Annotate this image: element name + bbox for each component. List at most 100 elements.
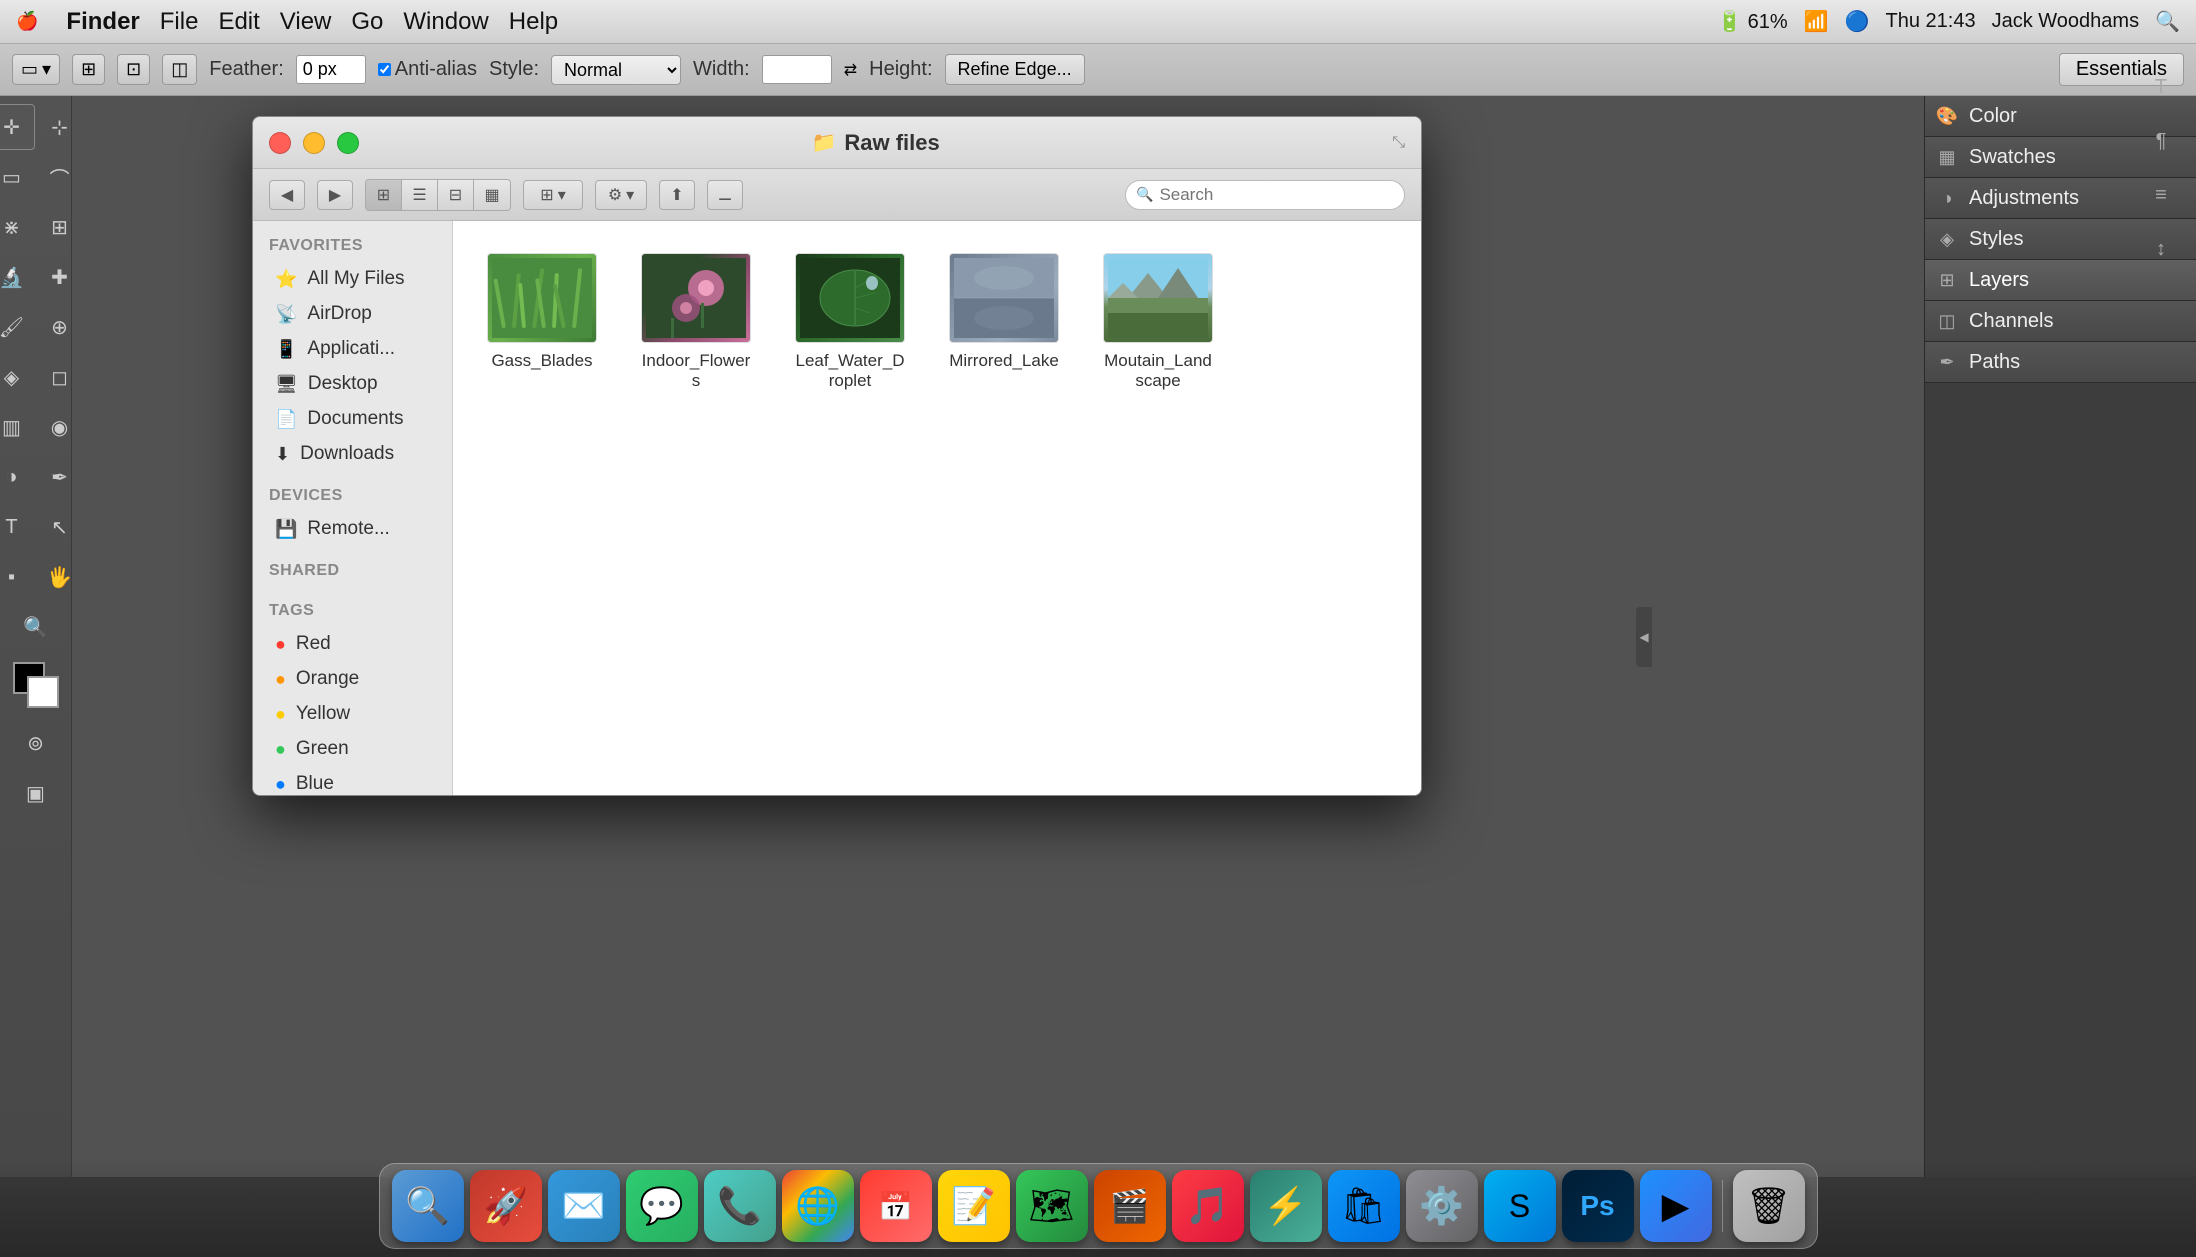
shape-tool[interactable]: ▪: [0, 554, 35, 600]
marquee-tool-group[interactable]: ▭ ▾: [12, 54, 60, 85]
window-maximize-button[interactable]: [337, 132, 359, 154]
apple-menu[interactable]: 🍎: [16, 11, 38, 32]
history-tool[interactable]: ◈: [0, 354, 35, 400]
dock-photoshop[interactable]: Ps: [1562, 1170, 1634, 1242]
menu-search-icon[interactable]: 🔍: [2155, 9, 2180, 34]
list-view-button[interactable]: ☰: [402, 180, 438, 210]
mask-btn[interactable]: ◫: [162, 54, 197, 85]
sidebar-item-tag-yellow[interactable]: ● Yellow: [259, 697, 446, 731]
coverflow-view-button[interactable]: ▦: [474, 180, 510, 210]
sidebar-item-applications[interactable]: 📱 Applicati...: [259, 332, 446, 366]
right-tool-1[interactable]: T: [2138, 64, 2184, 110]
dock-trash[interactable]: 🗑: [1733, 1170, 1805, 1242]
marquee-dropdown[interactable]: ▾: [42, 59, 51, 80]
dock-mail[interactable]: ✉️: [548, 1170, 620, 1242]
sidebar-item-downloads[interactable]: ⬇ Downloads: [259, 437, 446, 471]
action-dropdown[interactable]: ⚙ ▾: [595, 180, 647, 210]
right-tool-2[interactable]: ¶: [2138, 118, 2184, 164]
sidebar-item-remote[interactable]: 💾 Remote...: [259, 512, 446, 546]
dock-chrome[interactable]: 🌐: [782, 1170, 854, 1242]
window-close-button[interactable]: [269, 132, 291, 154]
dock-quicktime[interactable]: ▶: [1640, 1170, 1712, 1242]
finder-search-bar[interactable]: 🔍: [1125, 180, 1405, 210]
view-toggle-btn[interactable]: ⊡: [117, 54, 150, 85]
tag-green-icon: ●: [275, 739, 286, 760]
dodge-tool[interactable]: ◑: [0, 454, 35, 500]
forward-button[interactable]: ▶: [317, 180, 353, 210]
single-row-btn[interactable]: ⊞: [72, 54, 105, 85]
file-item-mirrored-lake[interactable]: Mirrored_Lake: [939, 245, 1069, 399]
sidebar-item-tag-orange[interactable]: ● Orange: [259, 662, 446, 696]
brush-tool[interactable]: 🖌: [0, 304, 35, 350]
menu-file[interactable]: File: [160, 8, 199, 36]
menu-view[interactable]: View: [280, 8, 332, 36]
share-button[interactable]: ⬆: [659, 180, 695, 210]
dock-itunes[interactable]: 🎵: [1172, 1170, 1244, 1242]
dock-appstore[interactable]: 🛍: [1328, 1170, 1400, 1242]
path-button[interactable]: ⚊: [707, 180, 743, 210]
swap-icon[interactable]: ⇄: [844, 60, 857, 80]
tag-orange-icon: ●: [275, 669, 286, 690]
text-tool[interactable]: T: [0, 504, 35, 550]
file-item-leaf-water-droplet[interactable]: Leaf_Water_Droplet: [785, 245, 915, 399]
canvas-area[interactable]: ◀ 📁 Raw files ⤡ ◀ ▶ ⊞ ☰: [72, 96, 1924, 1177]
sidebar-item-airdrop[interactable]: 📡 AirDrop: [259, 297, 446, 331]
dock-edge[interactable]: ⚡: [1250, 1170, 1322, 1242]
file-item-mountain-landscape[interactable]: Moutain_Landscape: [1093, 245, 1223, 399]
finder-resize-btn[interactable]: ⤡: [1392, 134, 1405, 152]
dock-finder[interactable]: 🔍: [392, 1170, 464, 1242]
file-item-indoor-flowers[interactable]: Indoor_Flowers: [631, 245, 761, 399]
refine-edge-button[interactable]: Refine Edge...: [945, 54, 1085, 85]
background-color[interactable]: [27, 676, 59, 708]
file-thumbnail: [487, 253, 597, 343]
column-view-button[interactable]: ⊟: [438, 180, 474, 210]
dock-vuse[interactable]: 🎬: [1094, 1170, 1166, 1242]
file-item-grass-blades[interactable]: Gass_Blades: [477, 245, 607, 399]
right-panel-collapse[interactable]: ◀: [1636, 607, 1652, 667]
dock-preferences[interactable]: ⚙️: [1406, 1170, 1478, 1242]
sidebar-item-documents[interactable]: 📄 Documents: [259, 402, 446, 436]
menu-edit[interactable]: Edit: [218, 8, 259, 36]
right-tool-4[interactable]: ↕: [2138, 226, 2184, 272]
gradient-tool[interactable]: ▥: [0, 404, 35, 450]
right-tool-3[interactable]: ≡: [2138, 172, 2184, 218]
sidebar-item-all-my-files[interactable]: ⭐ All My Files: [259, 262, 446, 296]
sidebar-item-tag-blue[interactable]: ● Blue: [259, 767, 446, 796]
antialias-checkbox[interactable]: [378, 63, 391, 76]
sidebar-item-tag-green[interactable]: ● Green: [259, 732, 446, 766]
finder-content[interactable]: Gass_Blades: [453, 221, 1421, 796]
magic-wand-tool[interactable]: ⋇: [0, 204, 35, 250]
dock-launchpad[interactable]: 🚀: [470, 1170, 542, 1242]
view-toggle-icon: ⊡: [126, 59, 141, 80]
paths-panel-header[interactable]: ✒ Paths: [1925, 342, 2196, 383]
marquee-rect-tool[interactable]: ▭: [0, 154, 35, 200]
menu-go[interactable]: Go: [351, 8, 383, 36]
back-button[interactable]: ◀: [269, 180, 305, 210]
window-minimize-button[interactable]: [303, 132, 325, 154]
icon-view-button[interactable]: ⊞: [366, 180, 402, 210]
dock-notes[interactable]: 📝: [938, 1170, 1010, 1242]
sidebar-item-tag-red[interactable]: ● Red: [259, 627, 446, 661]
move-tool[interactable]: ✛: [0, 104, 35, 150]
shared-header: SHARED: [253, 558, 452, 586]
finder-window: 📁 Raw files ⤡ ◀ ▶ ⊞ ☰ ⊟ ▦ ⊞ ▾: [252, 116, 1422, 796]
feather-input[interactable]: [296, 55, 366, 84]
zoom-tool[interactable]: 🔍: [13, 604, 59, 650]
menu-finder[interactable]: Finder: [66, 8, 139, 36]
sidebar-item-desktop[interactable]: 🖥 Desktop: [259, 367, 446, 401]
menu-window[interactable]: Window: [403, 8, 488, 36]
quick-mask-btn[interactable]: ⊚: [13, 720, 59, 766]
dock-skype[interactable]: S: [1484, 1170, 1556, 1242]
dock-calendar[interactable]: 📅: [860, 1170, 932, 1242]
search-input[interactable]: [1159, 185, 1394, 205]
dock-facetime[interactable]: 📞: [704, 1170, 776, 1242]
arrange-dropdown[interactable]: ⊞ ▾: [523, 180, 583, 210]
channels-panel-header[interactable]: ◫ Channels: [1925, 301, 2196, 342]
width-input[interactable]: [762, 55, 832, 84]
style-select[interactable]: Normal Fixed Ratio Fixed Size: [551, 55, 681, 85]
screen-mode-btn[interactable]: ▣: [13, 770, 59, 816]
menu-help[interactable]: Help: [509, 8, 558, 36]
eyedropper-tool[interactable]: 🔬: [0, 254, 35, 300]
dock-messages[interactable]: 💬: [626, 1170, 698, 1242]
dock-maps[interactable]: 🗺: [1016, 1170, 1088, 1242]
